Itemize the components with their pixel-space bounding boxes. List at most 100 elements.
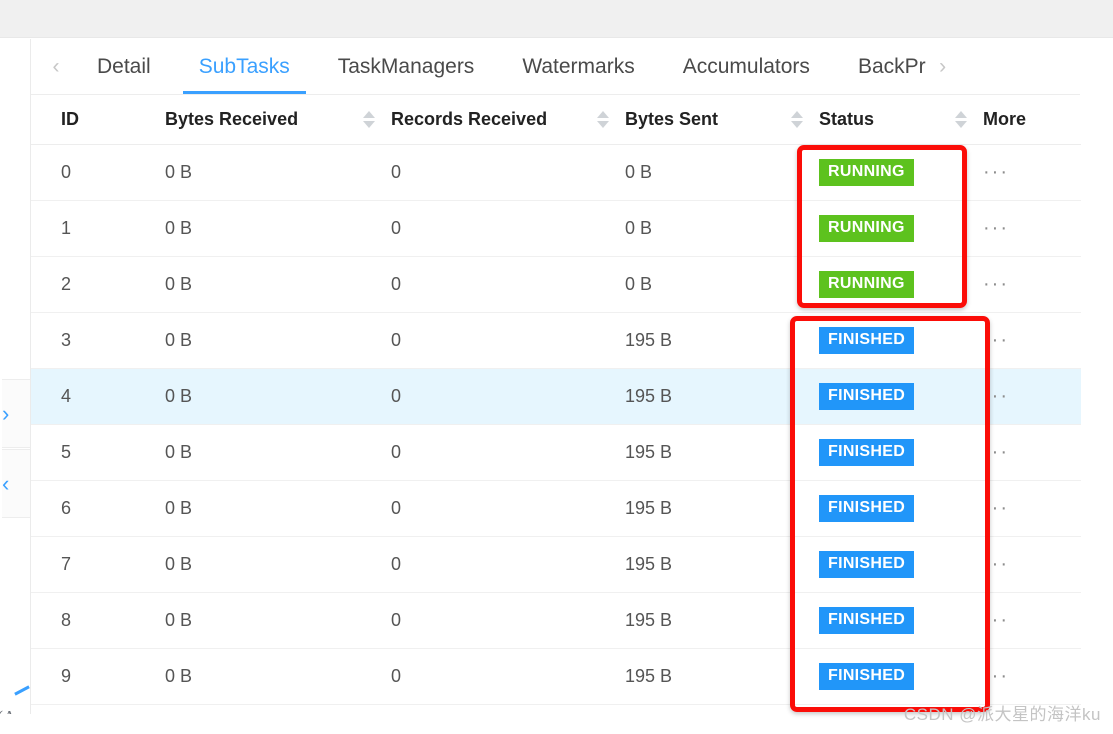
cell-bytes-sent: 195 B (625, 330, 819, 351)
rail-expand-button[interactable]: › (2, 379, 30, 448)
subtasks-table: ID Bytes Received Records Received Bytes… (31, 95, 1081, 705)
cell-status: RUNNING (819, 215, 983, 242)
content-panel: ‹ Detail SubTasks TaskManagers Watermark… (30, 39, 1080, 714)
column-header-records-received[interactable]: Records Received (391, 109, 625, 130)
cell-status: RUNNING (819, 159, 983, 186)
tab-watermarks[interactable]: Watermarks (498, 39, 658, 94)
cell-id: 8 (31, 610, 165, 631)
table-row[interactable]: 80 B0195 BFINISHED ··· (31, 593, 1081, 649)
table-row[interactable]: 60 B0195 BFINISHED··· (31, 481, 1081, 537)
status-badge: FINISHED (819, 495, 914, 522)
left-rail: › ‹ (A, (0, 39, 30, 714)
ellipsis-icon[interactable]: ··· (983, 665, 1009, 687)
cell-records-received: 0 (391, 554, 625, 575)
status-badge: FINISHED (819, 607, 914, 634)
table-row[interactable]: 70 B0195 BFINISHED··· (31, 537, 1081, 593)
ellipsis-icon[interactable]: ··· (983, 441, 1009, 463)
table-row[interactable]: 40 B0195 BFINISHED··· (31, 369, 1081, 425)
cell-bytes-received: 0 B (165, 442, 391, 463)
table-row[interactable]: 10 B00 BRUNNING··· (31, 201, 1081, 257)
cell-bytes-received: 0 B (165, 218, 391, 239)
clipped-text-fragment: (A, (0, 707, 21, 714)
column-header-id[interactable]: ID (31, 109, 165, 130)
sort-updown-icon[interactable] (955, 111, 967, 128)
ellipsis-icon[interactable]: ··· (983, 273, 1009, 295)
column-header-status[interactable]: Status (819, 109, 983, 130)
sort-updown-icon[interactable] (363, 111, 375, 128)
tab-scroll-left-button[interactable]: ‹ (39, 56, 73, 77)
cell-bytes-sent: 0 B (625, 274, 819, 295)
status-badge: RUNNING (819, 215, 914, 242)
cell-more: ··· (983, 274, 1073, 295)
cell-bytes-sent: 195 B (625, 554, 819, 575)
cell-records-received: 0 (391, 610, 625, 631)
cell-id: 7 (31, 554, 165, 575)
tab-scroll-right-button[interactable]: › (926, 56, 960, 77)
cell-id: 6 (31, 498, 165, 519)
cell-status: RUNNING (819, 271, 983, 298)
table-row[interactable]: 50 B0195 BFINISHED ··· (31, 425, 1081, 481)
chevron-right-icon: › (939, 55, 946, 78)
cell-id: 3 (31, 330, 165, 351)
tab-label: Watermarks (522, 55, 634, 79)
cell-status: FINISHED (819, 607, 983, 634)
sort-updown-icon[interactable] (597, 111, 609, 128)
status-badge: FINISHED (819, 663, 914, 690)
cell-bytes-sent: 0 B (625, 162, 819, 183)
table-row[interactable]: 00 B00 BRUNNING··· (31, 145, 1081, 201)
tab-label: SubTasks (199, 55, 290, 79)
cell-bytes-sent: 195 B (625, 666, 819, 687)
blue-line-fragment-icon (14, 685, 30, 695)
cell-records-received: 0 (391, 386, 625, 407)
tab-backpressure[interactable]: BackPr (834, 39, 926, 94)
cell-bytes-sent: 195 B (625, 442, 819, 463)
status-badge: FINISHED (819, 439, 914, 466)
tab-accumulators[interactable]: Accumulators (659, 39, 834, 94)
cell-id: 4 (31, 386, 165, 407)
cell-more: ··· (983, 554, 1073, 575)
tab-taskmanagers[interactable]: TaskManagers (314, 39, 499, 94)
column-header-bytes-received[interactable]: Bytes Received (165, 109, 391, 130)
column-label: Status (819, 109, 874, 130)
table-row[interactable]: 20 B00 BRUNNING··· (31, 257, 1081, 313)
cell-bytes-received: 0 B (165, 610, 391, 631)
ellipsis-icon[interactable]: ··· (983, 385, 1009, 407)
status-badge: FINISHED (819, 327, 914, 354)
ellipsis-icon[interactable]: ··· (983, 609, 1009, 631)
chevron-left-icon: ‹ (53, 55, 60, 78)
tab-detail[interactable]: Detail (73, 39, 175, 94)
tab-subtasks[interactable]: SubTasks (175, 39, 314, 94)
ellipsis-icon[interactable]: ··· (983, 161, 1009, 183)
cell-status: FINISHED (819, 663, 983, 690)
cell-bytes-sent: 195 B (625, 610, 819, 631)
ellipsis-icon[interactable]: ··· (983, 329, 1009, 351)
screenshot-root: › ‹ (A, ‹ Detail SubTasks TaskManagers (0, 0, 1113, 734)
ellipsis-icon[interactable]: ··· (983, 553, 1009, 575)
tab-label: Detail (97, 55, 151, 79)
sort-updown-icon[interactable] (791, 111, 803, 128)
cell-bytes-received: 0 B (165, 386, 391, 407)
column-label: Records Received (391, 109, 547, 130)
cell-more: ··· (983, 498, 1073, 519)
ellipsis-icon[interactable]: ··· (983, 497, 1009, 519)
tab-label: BackPr (858, 55, 926, 79)
cell-more: ··· (983, 666, 1073, 687)
cell-bytes-sent: 195 B (625, 498, 819, 519)
table-row[interactable]: 90 B0195 BFINISHED··· (31, 649, 1081, 705)
cell-more: ··· (983, 442, 1073, 463)
cell-status: FINISHED (819, 495, 983, 522)
cell-records-received: 0 (391, 274, 625, 295)
column-header-bytes-sent[interactable]: Bytes Sent (625, 109, 819, 130)
chevron-right-icon: › (2, 403, 9, 425)
cell-id: 2 (31, 274, 165, 295)
cell-records-received: 0 (391, 330, 625, 351)
cell-bytes-received: 0 B (165, 666, 391, 687)
rail-collapse-button[interactable]: ‹ (2, 449, 30, 518)
cell-records-received: 0 (391, 442, 625, 463)
table-row[interactable]: 30 B0195 BFINISHED··· (31, 313, 1081, 369)
cell-bytes-sent: 0 B (625, 218, 819, 239)
cell-id: 9 (31, 666, 165, 687)
cell-id: 5 (31, 442, 165, 463)
cell-bytes-received: 0 B (165, 498, 391, 519)
ellipsis-icon[interactable]: ··· (983, 217, 1009, 239)
